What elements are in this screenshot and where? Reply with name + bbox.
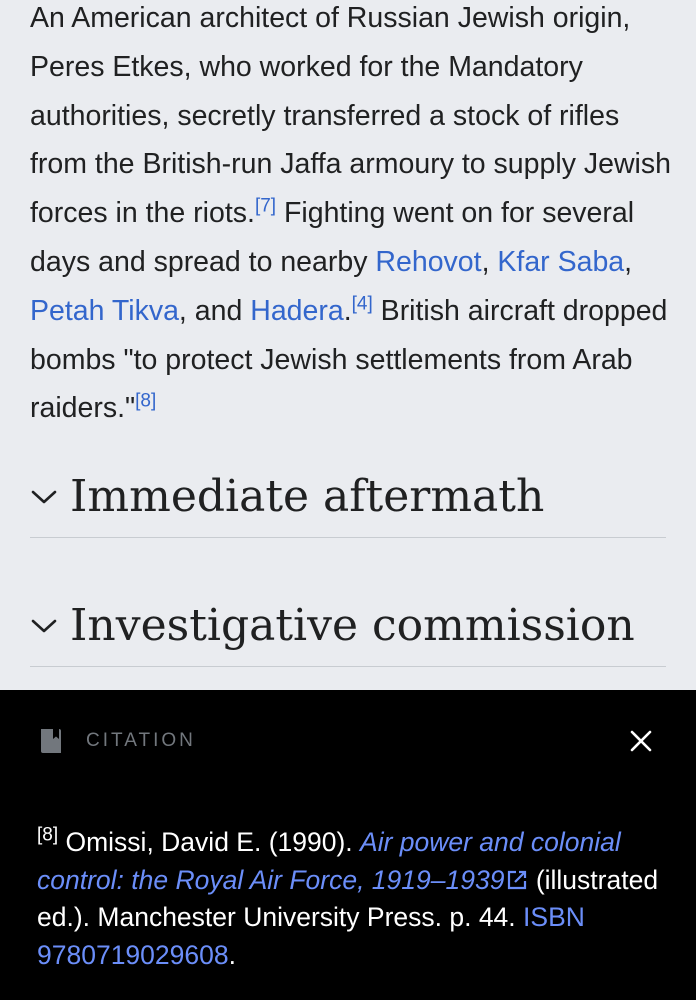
- citation-ref: [8]: [37, 824, 59, 846]
- external-link-icon: [508, 870, 527, 889]
- separator: , and: [178, 294, 251, 327]
- citation-end: .: [228, 939, 236, 970]
- drawer-title: CITATION: [86, 730, 196, 751]
- citation-drawer: CITATION [8] Omissi, David E. (1990). Ai…: [0, 690, 696, 1000]
- section-immediate-aftermath[interactable]: Immediate aftermath: [30, 457, 666, 538]
- separator: ,: [481, 245, 498, 278]
- reference-4[interactable]: [4]: [352, 293, 373, 314]
- separator: .: [343, 294, 352, 327]
- link-rehovot[interactable]: Rehovot: [375, 246, 481, 278]
- article-content: An American architect of Russian Jewish …: [0, 0, 696, 690]
- article-paragraph: An American architect of Russian Jewish …: [30, 0, 675, 433]
- reference-7[interactable]: [7]: [255, 196, 276, 217]
- section-investigative-commission[interactable]: Investigative commission: [30, 586, 666, 667]
- link-hadera[interactable]: Hadera: [250, 295, 343, 327]
- close-icon[interactable]: [628, 728, 654, 754]
- separator: ,: [624, 245, 633, 278]
- section-heading: Investigative commission: [70, 600, 635, 651]
- drawer-header: CITATION: [38, 728, 658, 754]
- reference-8[interactable]: [8]: [135, 391, 156, 412]
- citation-text: [8] Omissi, David E. (1990). Air power a…: [37, 824, 667, 974]
- section-heading: Immediate aftermath: [70, 471, 545, 522]
- citation-author: Omissi, David E. (1990).: [58, 827, 361, 857]
- chevron-down-icon: [31, 490, 57, 504]
- chevron-down-icon: [31, 619, 57, 633]
- link-petah-tikva[interactable]: Petah Tikva: [30, 295, 179, 327]
- book-bookmark-icon: [41, 729, 61, 753]
- link-kfar-saba[interactable]: Kfar Saba: [497, 246, 624, 278]
- paragraph-text: An American architect of Russian Jewish …: [30, 2, 671, 230]
